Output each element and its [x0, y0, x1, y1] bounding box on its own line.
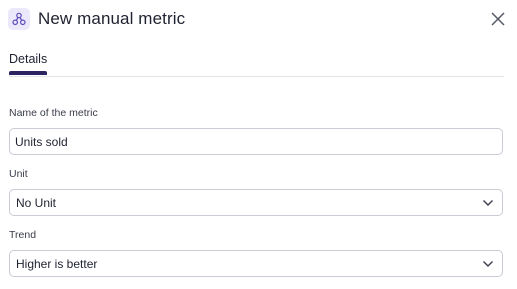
unit-label: Unit	[9, 168, 28, 180]
chevron-down-icon	[483, 261, 493, 267]
dialog-header: New manual metric	[8, 6, 509, 32]
dialog-title: New manual metric	[38, 9, 186, 28]
metric-nodes-icon	[8, 8, 30, 30]
metric-name-label: Name of the metric	[9, 107, 98, 119]
metric-name-value: Units sold	[15, 134, 68, 149]
close-icon[interactable]	[490, 11, 506, 27]
metric-name-input[interactable]: Units sold	[9, 128, 503, 155]
unit-select[interactable]: No Unit	[9, 189, 503, 216]
close-button[interactable]	[487, 8, 509, 30]
active-tab-indicator	[9, 71, 47, 75]
tab-bar: Details	[9, 50, 504, 77]
trend-label: Trend	[9, 229, 37, 241]
trend-select[interactable]: Higher is better	[9, 250, 503, 277]
chevron-down-icon	[483, 200, 493, 206]
trend-value: Higher is better	[16, 256, 98, 271]
tab-details[interactable]: Details	[9, 52, 47, 73]
unit-value: No Unit	[16, 195, 57, 210]
